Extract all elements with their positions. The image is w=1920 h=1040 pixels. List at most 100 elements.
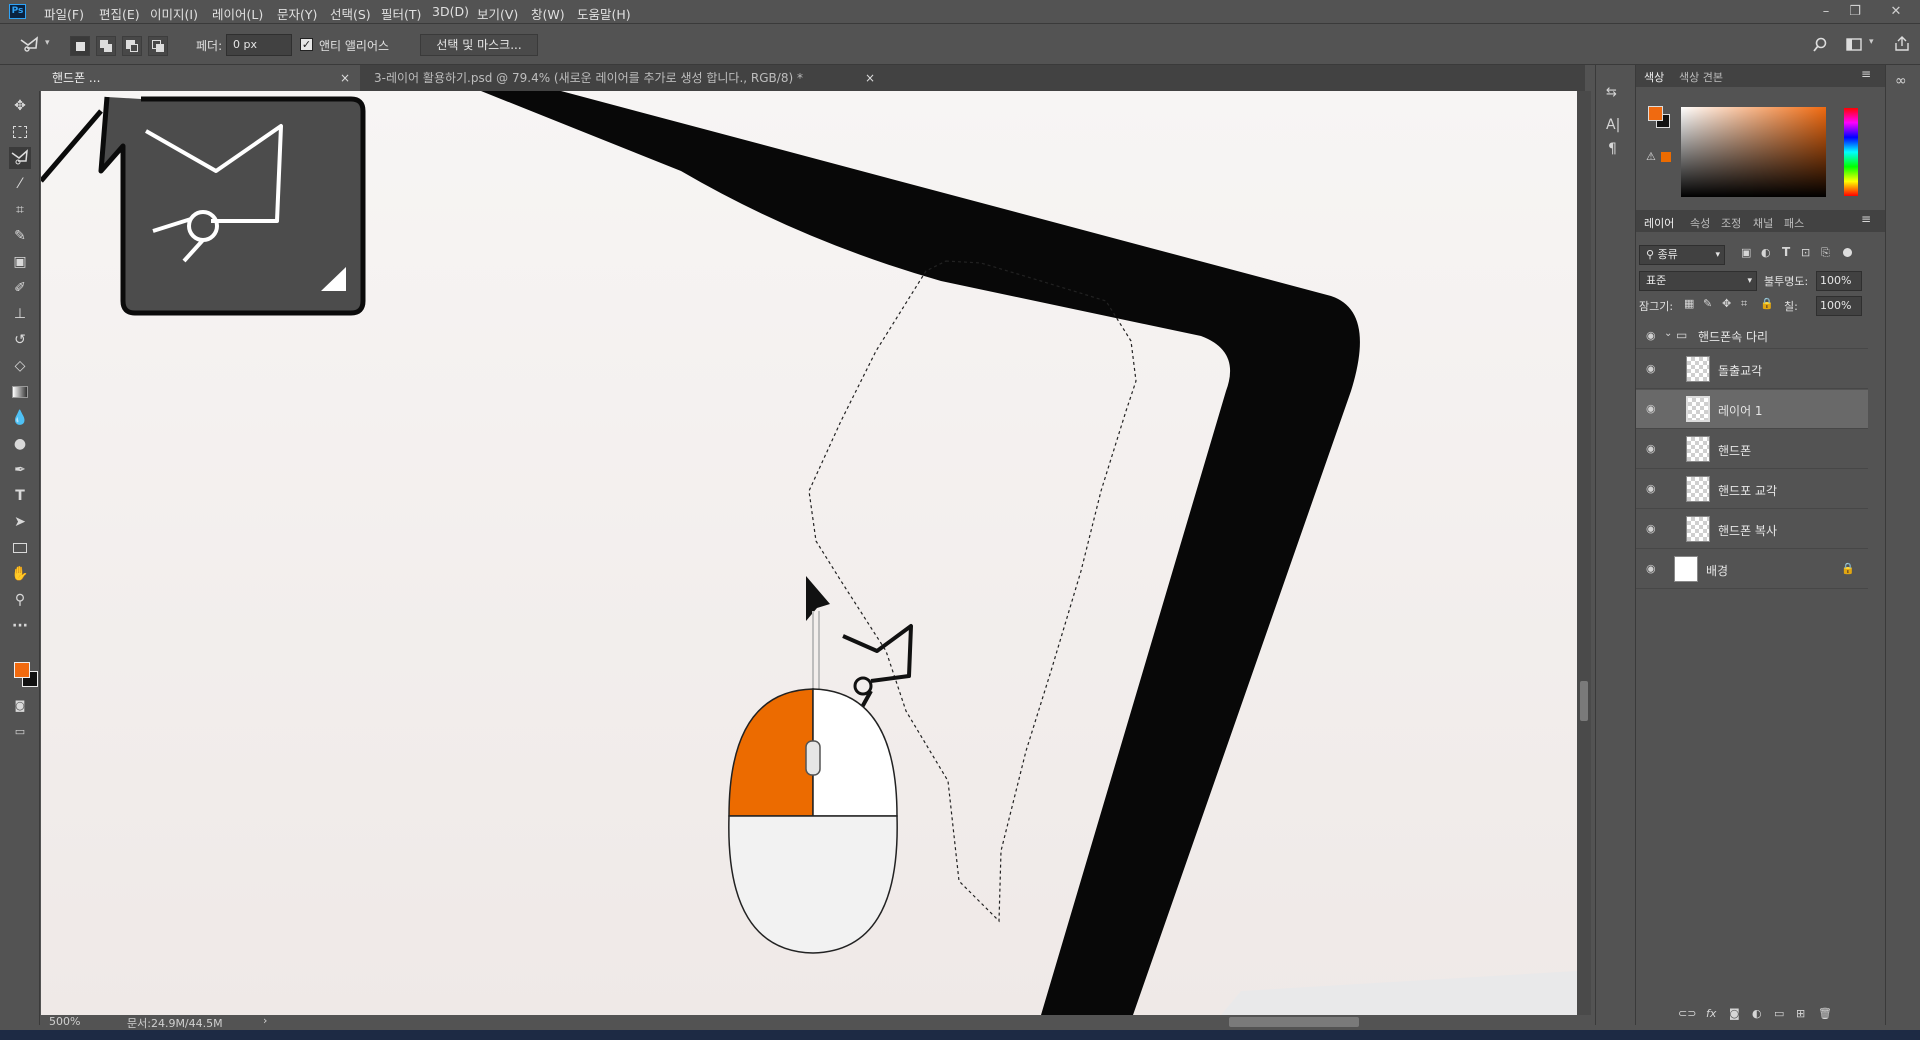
layer-group-row[interactable]: ◉ ⌄ ▭ 핸드폰속 다리 <box>1636 323 1868 349</box>
layer-filter-select[interactable]: ⚲ 종류 ▾ <box>1639 245 1725 265</box>
more-icon[interactable]: ··· <box>9 615 31 637</box>
layer-row[interactable]: ◉ 핸드폰 복사 <box>1636 510 1868 549</box>
menu-edit[interactable]: 편집(E) <box>99 4 140 23</box>
foreground-color-swatch-top[interactable] <box>14 662 30 678</box>
eye-icon[interactable]: ◉ <box>1646 522 1660 536</box>
feather-input[interactable]: 0 px <box>226 34 292 56</box>
close-icon[interactable]: × <box>865 65 875 91</box>
color-field[interactable] <box>1681 107 1826 197</box>
menu-layer[interactable]: 레이어(L) <box>212 4 263 23</box>
foreground-color-swatch[interactable] <box>1648 106 1663 121</box>
move-icon[interactable]: ✥ <box>9 95 31 117</box>
rectangle-icon[interactable] <box>9 537 31 559</box>
image-filter-icon[interactable]: ▣ <box>1741 246 1751 259</box>
tab-channels[interactable]: 채널 <box>1753 215 1773 231</box>
history-icon[interactable]: ⇆ <box>1606 85 1617 100</box>
chevron-down-icon[interactable]: ⌄ <box>1664 328 1672 339</box>
menu-view[interactable]: 보기(V) <box>477 4 518 23</box>
magic-wand-icon[interactable]: ⁄ <box>9 173 31 195</box>
menu-file[interactable]: 파일(F) <box>44 4 84 23</box>
paragraph-icon[interactable]: ¶ <box>1608 141 1617 157</box>
new-selection-button[interactable] <box>70 36 90 56</box>
gamut-swatch[interactable] <box>1661 152 1671 162</box>
link-icon[interactable]: ⊂⊃ <box>1678 1007 1696 1020</box>
eye-icon[interactable]: ◉ <box>1646 562 1660 576</box>
close-button[interactable]: ✕ <box>1884 2 1908 22</box>
horizontal-scrollbar-thumb[interactable] <box>1229 1017 1359 1027</box>
chevron-right-icon[interactable]: › <box>263 1014 267 1027</box>
healing-icon[interactable]: ▣ <box>9 251 31 273</box>
menu-type[interactable]: 문자(Y) <box>277 4 317 23</box>
layer-row-selected[interactable]: ◉ 레이어 1 <box>1636 390 1868 429</box>
lock-pixels-icon[interactable]: ✎ <box>1703 297 1712 310</box>
type-icon[interactable]: T <box>9 485 31 507</box>
screen-mode-icon[interactable]: ▭ <box>9 721 31 743</box>
restore-button[interactable]: ❐ <box>1843 2 1867 22</box>
dodge-icon[interactable]: ● <box>9 433 31 455</box>
zoom-level[interactable]: 500% <box>49 1015 80 1028</box>
menu-3d[interactable]: 3D(D) <box>432 4 469 19</box>
tab-layers[interactable]: 레이어 <box>1644 215 1674 231</box>
tab-paths[interactable]: 패스 <box>1784 215 1804 231</box>
brush-icon[interactable]: ✐ <box>9 277 31 299</box>
vertical-scrollbar-thumb[interactable] <box>1580 681 1588 721</box>
panel-menu-icon[interactable]: ≡ <box>1861 67 1871 81</box>
eye-icon[interactable]: ◉ <box>1646 482 1660 496</box>
close-icon[interactable]: × <box>340 65 350 91</box>
minimize-button[interactable]: – <box>1814 2 1838 22</box>
menu-select[interactable]: 선택(S) <box>330 4 371 23</box>
eye-icon[interactable]: ◉ <box>1646 402 1660 416</box>
pen-icon[interactable]: ✒ <box>9 459 31 481</box>
workspace-icon[interactable] <box>1846 37 1864 53</box>
tab-document[interactable]: 3-레이어 활용하기.psd @ 79.4% (새로운 레이어를 추가로 생성 … <box>362 65 892 91</box>
tab-swatches[interactable]: 색상 견본 <box>1679 69 1723 85</box>
marquee-icon[interactable] <box>9 121 31 143</box>
tab-properties[interactable]: 속성 <box>1690 215 1710 231</box>
type-filter-icon[interactable]: T <box>1782 245 1790 259</box>
zoom-icon[interactable]: ⚲ <box>9 589 31 611</box>
opacity-input[interactable]: 100% <box>1816 271 1862 291</box>
quick-mask-icon[interactable]: ◙ <box>9 695 31 717</box>
vertical-scrollbar[interactable] <box>1577 91 1591 1015</box>
path-select-icon[interactable]: ➤ <box>9 511 31 533</box>
polygonal-lasso-icon[interactable] <box>9 147 31 169</box>
add-selection-button[interactable] <box>96 36 116 56</box>
lock-all-icon[interactable]: 🔒 <box>1760 297 1774 310</box>
gradient-icon[interactable] <box>9 381 31 403</box>
creative-cloud-icon[interactable]: ∞ <box>1895 73 1907 89</box>
menu-help[interactable]: 도움말(H) <box>577 4 631 23</box>
adjustment-filter-icon[interactable]: ◐ <box>1761 246 1771 259</box>
eye-icon[interactable]: ◉ <box>1646 442 1660 456</box>
eye-icon[interactable]: ◉ <box>1646 362 1660 376</box>
new-layer-icon[interactable]: ⊞ <box>1796 1007 1805 1020</box>
history-brush-icon[interactable]: ↺ <box>9 329 31 351</box>
blur-icon[interactable]: 💧 <box>9 407 31 429</box>
layer-row[interactable]: ◉ 배경 🔒 <box>1636 550 1868 589</box>
menu-image[interactable]: 이미지(I) <box>150 4 198 23</box>
stamp-icon[interactable]: ⊥ <box>9 303 31 325</box>
subtract-selection-button[interactable] <box>122 36 142 56</box>
chevron-down-icon[interactable]: ▾ <box>45 38 50 48</box>
select-and-mask-button[interactable]: 선택 및 마스크... <box>420 34 538 56</box>
hue-slider[interactable] <box>1844 108 1858 196</box>
smart-object-filter-icon[interactable]: ⎘ <box>1821 246 1830 260</box>
mask-icon[interactable]: ◙ <box>1729 1007 1740 1020</box>
panel-menu-icon[interactable]: ≡ <box>1861 212 1871 226</box>
intersect-selection-button[interactable] <box>148 36 168 56</box>
tab-adjustments[interactable]: 조정 <box>1721 215 1741 231</box>
character-icon[interactable]: A| <box>1606 117 1620 133</box>
blend-mode-select[interactable]: 표준 ▾ <box>1639 271 1757 291</box>
eraser-icon[interactable]: ◇ <box>9 355 31 377</box>
layer-row[interactable]: ◉ 핸드포 교각 <box>1636 470 1868 509</box>
search-icon[interactable] <box>1812 37 1828 53</box>
antialias-checkbox[interactable]: ✓ <box>300 38 313 51</box>
crop-icon[interactable]: ⌗ <box>9 199 31 221</box>
polygonal-lasso-preset-icon[interactable] <box>18 35 42 55</box>
lock-artboard-icon[interactable]: ⌗ <box>1741 297 1747 311</box>
chevron-down-icon[interactable]: ▾ <box>1869 37 1874 47</box>
lock-position-icon[interactable]: ✥ <box>1722 297 1731 310</box>
menu-filter[interactable]: 필터(T) <box>381 4 421 23</box>
layer-row[interactable]: ◉ 돌출교각 <box>1636 350 1868 389</box>
layer-row[interactable]: ◉ 핸드폰 <box>1636 430 1868 469</box>
shape-filter-icon[interactable]: ⊡ <box>1801 246 1810 259</box>
